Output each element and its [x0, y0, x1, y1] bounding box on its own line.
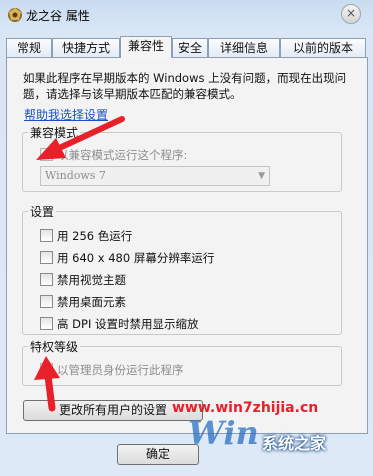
- properties-window: 龙之谷 属性 × 常规 快捷方式 兼容性 安全 详细信息 以前的版本 如果此程序…: [0, 0, 373, 476]
- ok-button[interactable]: 确定: [117, 444, 199, 465]
- watermark-brand: Win: [188, 414, 259, 452]
- help-me-choose-link[interactable]: 帮助我选择设置: [24, 106, 108, 123]
- run-as-admin-label: 以管理员身份运行此程序: [57, 363, 184, 377]
- label-disable-visual-themes: 禁用视觉主题: [57, 273, 126, 287]
- tab-previous-versions[interactable]: 以前的版本: [280, 38, 366, 57]
- tab-details[interactable]: 详细信息: [208, 38, 280, 57]
- compat-mode-checkbox[interactable]: [40, 148, 53, 161]
- label-640x480: 用 640 x 480 屏幕分辨率运行: [57, 251, 215, 265]
- tab-strip: 常规 快捷方式 兼容性 安全 详细信息 以前的版本: [6, 36, 366, 58]
- tab-compatibility[interactable]: 兼容性: [120, 36, 172, 58]
- compat-mode-label: 以兼容模式运行这个程序:: [57, 148, 188, 162]
- tab-security[interactable]: 安全: [172, 38, 208, 57]
- label-disable-dpi-scaling: 高 DPI 设置时禁用显示缩放: [57, 317, 199, 331]
- checkbox-640x480[interactable]: [40, 251, 53, 264]
- tab-shortcut[interactable]: 快捷方式: [52, 38, 120, 57]
- compat-mode-title: 兼容模式: [28, 124, 81, 141]
- settings-title: 设置: [28, 203, 57, 220]
- watermark-url: www.win7zhijia.cn: [172, 400, 319, 416]
- label-256-colors: 用 256 色运行: [57, 229, 133, 243]
- checkbox-disable-visual-themes[interactable]: [40, 273, 53, 286]
- run-as-admin-checkbox[interactable]: [40, 363, 53, 376]
- privilege-level-title: 特权等级: [28, 338, 81, 355]
- app-icon: [8, 8, 22, 22]
- title-bar[interactable]: 龙之谷 属性 ×: [0, 0, 373, 30]
- checkbox-disable-dpi-scaling[interactable]: [40, 317, 53, 330]
- os-select-value: Windows 7: [45, 169, 106, 182]
- label-disable-desktop-composition: 禁用桌面元素: [57, 295, 126, 309]
- close-button[interactable]: ×: [341, 4, 361, 24]
- intro-text: 如果此程序在早期版本的 Windows 上没有问题，而现在出现问题，请选择与该早…: [23, 71, 347, 101]
- window-title: 龙之谷 属性: [26, 9, 90, 23]
- chevron-down-icon: ▼: [258, 171, 265, 181]
- os-select[interactable]: Windows 7 ▼: [40, 166, 270, 186]
- watermark-logo: 系统之家: [262, 434, 327, 453]
- checkbox-256-colors[interactable]: [40, 229, 53, 242]
- compatibility-panel: 如果此程序在早期版本的 Windows 上没有问题，而现在出现问题，请选择与该早…: [6, 57, 368, 434]
- tab-general[interactable]: 常规: [6, 38, 52, 57]
- checkbox-disable-desktop-composition[interactable]: [40, 295, 53, 308]
